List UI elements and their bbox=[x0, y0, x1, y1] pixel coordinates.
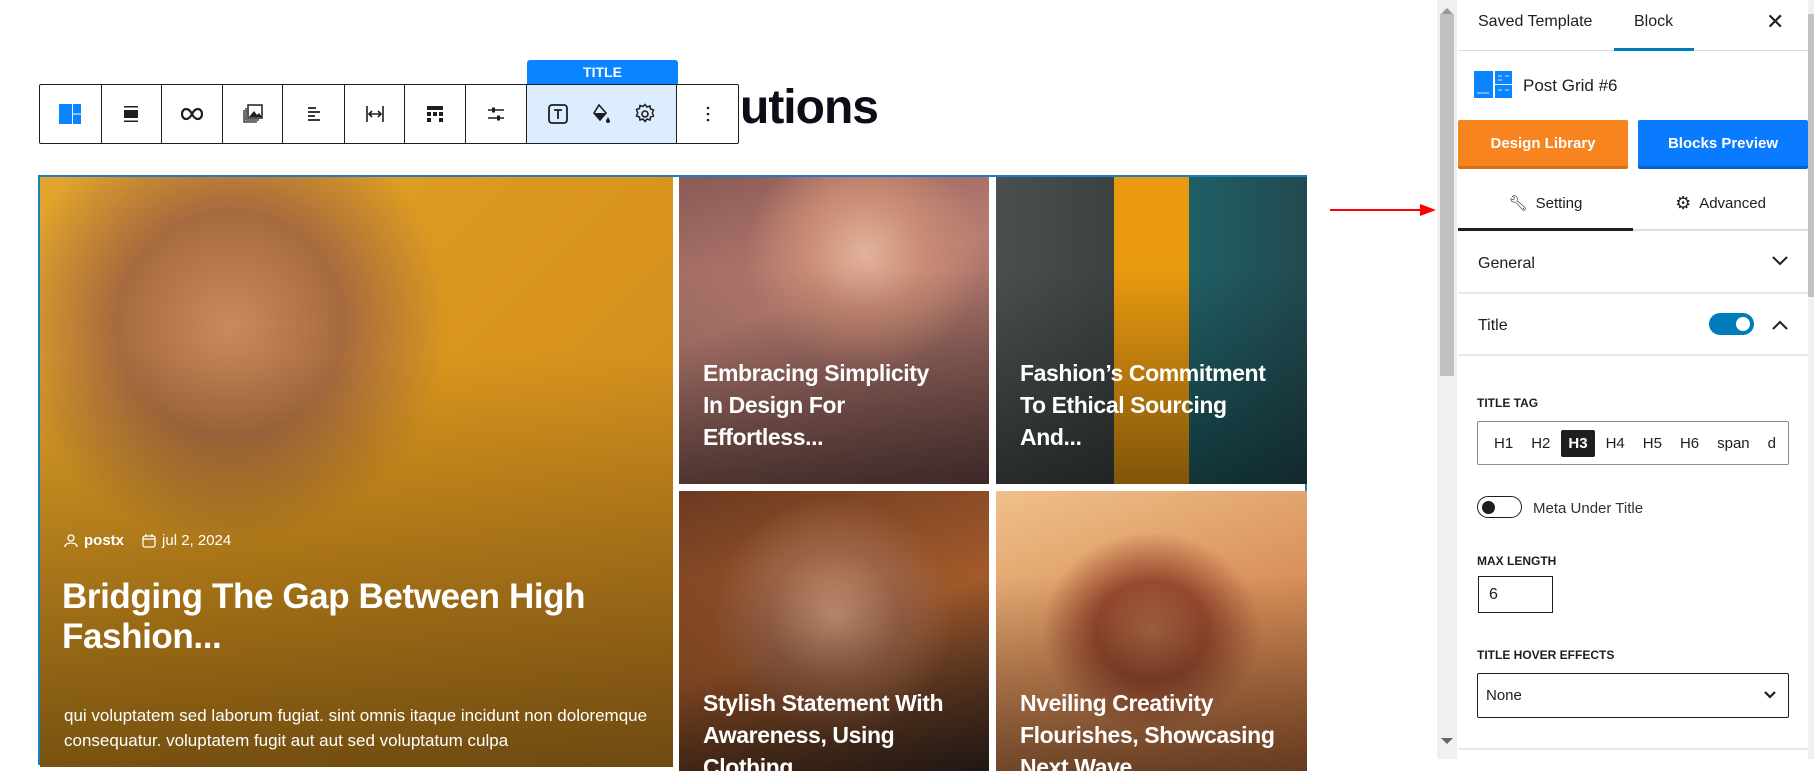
settings-sliders-button[interactable] bbox=[466, 85, 527, 143]
user-icon bbox=[64, 533, 78, 547]
chevron-up-icon[interactable] bbox=[1772, 320, 1788, 330]
title-tag-label: TITLE TAG bbox=[1477, 396, 1539, 410]
meta-under-title-toggle[interactable] bbox=[1477, 496, 1522, 518]
post-date: jul 2, 2024 bbox=[162, 532, 232, 549]
title-group bbox=[526, 85, 678, 143]
divider bbox=[1458, 748, 1808, 750]
title-tag-option[interactable]: H3 bbox=[1561, 429, 1595, 457]
align-left-icon bbox=[307, 107, 320, 121]
layout-icon bbox=[426, 106, 443, 122]
sidebar-scrollbar[interactable] bbox=[1808, 0, 1814, 759]
title-toggle[interactable] bbox=[1709, 313, 1754, 335]
post-card[interactable]: Nveiling Creativity Flourishes, Showcasi… bbox=[996, 491, 1307, 771]
block-name: Post Grid #6 bbox=[1523, 76, 1618, 95]
post-title[interactable]: Bridging The Gap Between High Fashion... bbox=[62, 577, 586, 657]
post-title[interactable]: Embracing Simplicity In Design For Effor… bbox=[703, 357, 929, 453]
gallery-icon bbox=[243, 104, 263, 123]
color-fill-icon[interactable] bbox=[589, 102, 613, 126]
post-card[interactable]: Fashion’s Commitment To Ethical Sourcing… bbox=[996, 177, 1307, 484]
toolbar-group-label: TITLE bbox=[527, 60, 678, 84]
max-length-input[interactable]: 6 bbox=[1478, 576, 1553, 613]
calendar-icon bbox=[142, 533, 156, 548]
layout-button[interactable] bbox=[405, 85, 466, 143]
align-icon bbox=[124, 106, 139, 122]
chevron-down-icon bbox=[1764, 691, 1776, 699]
tab-saved-template[interactable]: Saved Template bbox=[1478, 13, 1592, 31]
scroll-down-icon[interactable] bbox=[1441, 738, 1453, 750]
close-icon[interactable]: ✕ bbox=[1766, 9, 1784, 35]
title-tag-option[interactable]: span bbox=[1710, 430, 1757, 457]
title-section[interactable]: Title bbox=[1458, 294, 1808, 356]
title-tag-selector: H1 H2 H3 H4 H5 H6 span d bbox=[1477, 421, 1789, 465]
post-grid-icon bbox=[1474, 71, 1512, 98]
title-tag-option[interactable]: H2 bbox=[1524, 430, 1557, 457]
post-grid-block-button[interactable] bbox=[40, 85, 102, 143]
align-button[interactable] bbox=[102, 85, 162, 143]
post-title[interactable]: Nveiling Creativity Flourishes, Showcasi… bbox=[1020, 687, 1275, 771]
media-button[interactable] bbox=[223, 85, 284, 143]
post-title[interactable]: Fashion’s Commitment To Ethical Sourcing… bbox=[1020, 357, 1266, 453]
block-toolbar bbox=[39, 84, 739, 144]
title-tag-option[interactable]: H6 bbox=[1673, 430, 1706, 457]
post-excerpt: qui voluptatem sed laborum fugiat. sint … bbox=[64, 706, 648, 750]
canvas-scrollbar-thumb[interactable] bbox=[1440, 14, 1454, 376]
tab-block[interactable]: Block bbox=[1634, 13, 1673, 31]
scroll-up-icon[interactable] bbox=[1441, 2, 1453, 14]
text-align-button[interactable] bbox=[283, 85, 346, 143]
chevron-down-icon bbox=[1772, 256, 1788, 266]
title-tag-option[interactable]: H1 bbox=[1487, 430, 1520, 457]
post-card[interactable]: Embracing Simplicity In Design For Effor… bbox=[679, 177, 989, 484]
more-vertical-icon bbox=[706, 106, 709, 122]
design-library-button[interactable]: Design Library bbox=[1458, 120, 1628, 169]
gear-icon[interactable] bbox=[633, 102, 657, 126]
tab-advanced-label: Advanced bbox=[1699, 195, 1766, 212]
post-author[interactable]: postx bbox=[84, 532, 124, 549]
title-tag-option[interactable]: H5 bbox=[1636, 430, 1669, 457]
sliders-icon bbox=[487, 107, 504, 121]
tab-advanced[interactable]: ⚙ Advanced bbox=[1633, 178, 1808, 231]
title-section-label: Title bbox=[1478, 317, 1508, 334]
select-value: None bbox=[1486, 687, 1522, 704]
active-tab-indicator bbox=[1614, 48, 1694, 51]
title-tag-option[interactable]: H4 bbox=[1599, 430, 1632, 457]
title-hover-effects-label: TITLE HOVER EFFECTS bbox=[1477, 648, 1615, 662]
max-length-label: MAX LENGTH bbox=[1477, 554, 1557, 568]
post-card[interactable]: postx jul 2, 2024 Bridging The Gap Betwe… bbox=[40, 177, 673, 767]
page-heading: utions bbox=[740, 81, 879, 134]
tab-setting-label: Setting bbox=[1535, 194, 1583, 212]
meta-under-title-label: Meta Under Title bbox=[1533, 500, 1644, 517]
width-button[interactable] bbox=[345, 85, 405, 143]
red-arrow-annotation bbox=[1330, 204, 1436, 216]
gear-icon: ⚙ bbox=[1675, 193, 1692, 213]
settings-sidebar: Saved Template Block ✕ Post Grid #6 Desi… bbox=[1458, 0, 1814, 759]
blocks-preview-button[interactable]: Blocks Preview bbox=[1638, 120, 1808, 169]
post-grid[interactable]: postx jul 2, 2024 Bridging The Gap Betwe… bbox=[38, 175, 1307, 771]
post-title[interactable]: Stylish Statement With Awareness, Using … bbox=[703, 687, 944, 771]
more-options-button[interactable] bbox=[677, 85, 738, 143]
post-grid-icon bbox=[59, 104, 82, 124]
title-tag-option[interactable]: d bbox=[1761, 430, 1783, 457]
width-icon bbox=[365, 106, 384, 122]
post-card[interactable]: Stylish Statement With Awareness, Using … bbox=[679, 491, 989, 771]
link-button[interactable] bbox=[162, 85, 224, 143]
general-label: General bbox=[1478, 255, 1535, 272]
post-meta: postx jul 2, 2024 bbox=[64, 532, 231, 549]
title-hover-effects-select[interactable]: None bbox=[1477, 673, 1789, 718]
general-section[interactable]: General bbox=[1458, 232, 1808, 294]
tab-setting[interactable]: 🔧︎ Setting bbox=[1458, 178, 1633, 231]
link-icon bbox=[180, 107, 204, 121]
typography-icon[interactable] bbox=[546, 102, 570, 126]
wrench-icon: 🔧︎ bbox=[1508, 195, 1528, 212]
